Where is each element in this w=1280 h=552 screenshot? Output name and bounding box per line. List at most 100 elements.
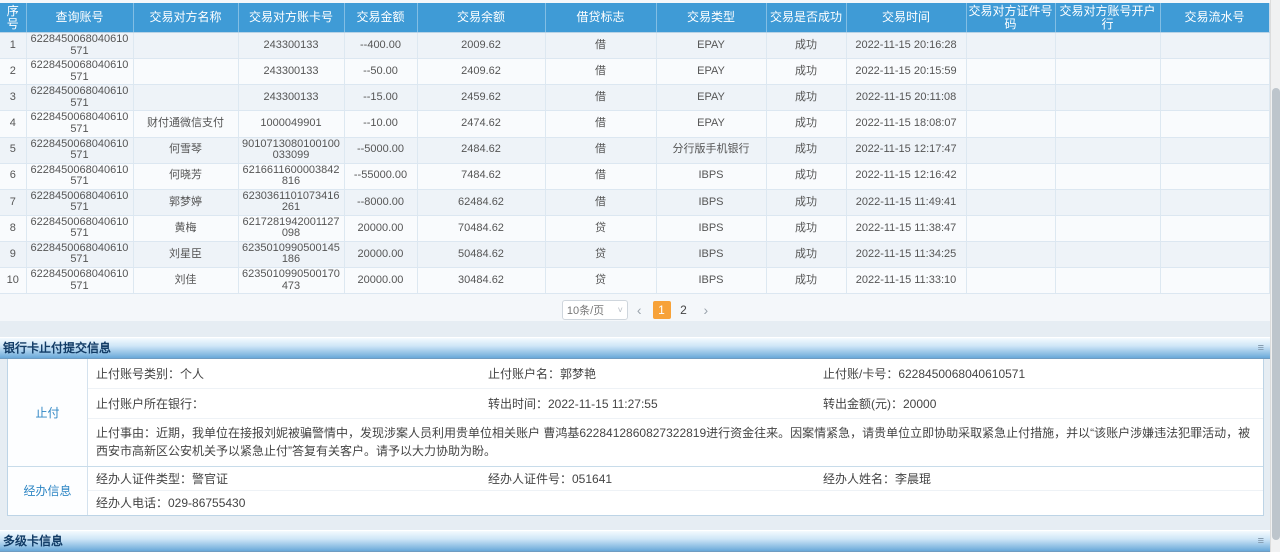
table-cell	[1055, 111, 1160, 137]
table-cell: 2022-11-15 20:15:59	[846, 59, 966, 85]
column-header: 借贷标志	[545, 3, 656, 33]
stop-payment-panel: 止付止付账号类别：个人止付账户名：郭梦艳止付账/卡号：6228450068040…	[7, 359, 1264, 516]
table-cell	[1055, 241, 1160, 267]
table-cell	[966, 85, 1055, 111]
table-cell: IBPS	[656, 215, 766, 241]
table-cell	[1160, 111, 1269, 137]
group-fields: 经办人证件类型：警官证经办人证件号：051641经办人姓名：李晨琨经办人电话：0…	[88, 467, 1263, 515]
collapse-icon[interactable]: ≡	[1258, 338, 1264, 359]
column-header: 交易金额	[344, 3, 417, 33]
table-cell: 62484.62	[417, 189, 545, 215]
table-cell: 2022-11-15 11:33:10	[846, 268, 966, 294]
table-cell: --8000.00	[344, 189, 417, 215]
table-cell: 6216611600003842816	[238, 163, 344, 189]
table-cell: 2	[0, 59, 26, 85]
table-cell: 6228450068040610571	[26, 33, 133, 59]
field-value: 转出时间：2022-11-15 11:27:55	[488, 395, 823, 412]
table-cell: 6228450068040610571	[26, 85, 133, 111]
multi-card-section-title: 多级卡信息	[3, 534, 63, 548]
table-cell: 2022-11-15 18:08:07	[846, 111, 966, 137]
page-number-button[interactable]: 1	[653, 301, 671, 319]
table-cell: 成功	[766, 59, 846, 85]
field-row: 经办人电话：029-86755430	[88, 491, 1263, 515]
table-cell: 3	[0, 85, 26, 111]
table-cell: 10	[0, 268, 26, 294]
table-cell: 20000.00	[344, 215, 417, 241]
group-fields: 止付账号类别：个人止付账户名：郭梦艳止付账/卡号：622845006804061…	[88, 359, 1263, 466]
table-cell: 成功	[766, 189, 846, 215]
pagination: 10条/页 ˅ ‹ 12 ›	[0, 299, 1270, 321]
field-row: 止付账号类别：个人止付账户名：郭梦艳止付账/卡号：622845006804061…	[88, 359, 1263, 389]
table-cell: 借	[545, 33, 656, 59]
table-cell	[1160, 163, 1269, 189]
table-cell: 借	[545, 111, 656, 137]
chevron-down-icon: ˅	[618, 305, 623, 315]
table-cell: 2409.62	[417, 59, 545, 85]
table-cell	[1160, 215, 1269, 241]
table-cell: 6228450068040610571	[26, 241, 133, 267]
table-cell: --400.00	[344, 33, 417, 59]
table-cell: 财付通微信支付	[133, 111, 238, 137]
table-cell: 2474.62	[417, 111, 545, 137]
table-cell: 黄梅	[133, 215, 238, 241]
vertical-scrollbar[interactable]	[1270, 0, 1280, 552]
stop-payment-group: 止付止付账号类别：个人止付账户名：郭梦艳止付账/卡号：6228450068040…	[8, 359, 1263, 467]
column-header: 交易对方账号开户行	[1055, 3, 1160, 33]
table-cell: 6217281942001127098	[238, 215, 344, 241]
column-header: 交易对方名称	[133, 3, 238, 33]
table-row: 76228450068040610571郭梦婷62303611010734162…	[0, 189, 1269, 215]
table-cell: 6235010990500145186	[238, 241, 344, 267]
group-label: 止付	[8, 359, 88, 466]
table-cell	[1055, 189, 1160, 215]
table-cell: 6	[0, 163, 26, 189]
table-cell: 成功	[766, 268, 846, 294]
scrollbar-thumb[interactable]	[1272, 88, 1280, 540]
table-cell	[133, 85, 238, 111]
field-value: 止付账户名：郭梦艳	[488, 365, 823, 382]
collapse-icon[interactable]: ≡	[1258, 531, 1264, 552]
table-cell: 6230361101073416261	[238, 189, 344, 215]
table-cell: --10.00	[344, 111, 417, 137]
table-cell: 30484.62	[417, 268, 545, 294]
table-cell: 成功	[766, 33, 846, 59]
table-cell: 243300133	[238, 33, 344, 59]
table-cell	[1160, 85, 1269, 111]
table-cell	[966, 111, 1055, 137]
column-header: 交易类型	[656, 3, 766, 33]
table-cell	[966, 163, 1055, 189]
table-cell: 成功	[766, 137, 846, 163]
table-cell: 刘星臣	[133, 241, 238, 267]
table-cell	[1160, 59, 1269, 85]
table-row: 46228450068040610571财付通微信支付1000049901--1…	[0, 111, 1269, 137]
table-cell: 9	[0, 241, 26, 267]
table-cell: 2022-11-15 11:49:41	[846, 189, 966, 215]
page-number-button[interactable]: 2	[675, 301, 693, 319]
table-cell: 贷	[545, 241, 656, 267]
table-cell	[1055, 33, 1160, 59]
table-cell: IBPS	[656, 241, 766, 267]
next-page-button[interactable]: ›	[704, 301, 709, 319]
table-cell	[966, 137, 1055, 163]
column-header: 交易对方账卡号	[238, 3, 344, 33]
table-cell: 分行版手机银行	[656, 137, 766, 163]
table-cell: 9010713080100100033099	[238, 137, 344, 163]
table-cell	[133, 59, 238, 85]
field-row: 经办人证件类型：警官证经办人证件号：051641经办人姓名：李晨琨	[88, 467, 1263, 491]
group-label: 经办信息	[8, 467, 88, 515]
page-size-select[interactable]: 10条/页 ˅	[562, 300, 628, 320]
table-cell: 借	[545, 137, 656, 163]
table-cell: IBPS	[656, 189, 766, 215]
table-cell: 成功	[766, 111, 846, 137]
table-cell: 成功	[766, 163, 846, 189]
multi-card-section: 多级卡信息 ≡ 序号级别止付类型所属机构账号余额止付结果录入人录入单位录入时间 …	[0, 530, 1270, 552]
table-cell: 6228450068040610571	[26, 189, 133, 215]
table-cell: 6228450068040610571	[26, 137, 133, 163]
prev-page-button[interactable]: ‹	[637, 301, 642, 319]
field-value: 经办人证件类型：警官证	[96, 470, 488, 487]
table-cell: EPAY	[656, 59, 766, 85]
table-cell: 50484.62	[417, 241, 545, 267]
column-header: 序号	[0, 3, 26, 33]
transactions-section: 序号查询账号交易对方名称交易对方账卡号交易金额交易余额借贷标志交易类型交易是否成…	[0, 0, 1270, 321]
table-cell: 2009.62	[417, 33, 545, 59]
table-cell: 243300133	[238, 59, 344, 85]
